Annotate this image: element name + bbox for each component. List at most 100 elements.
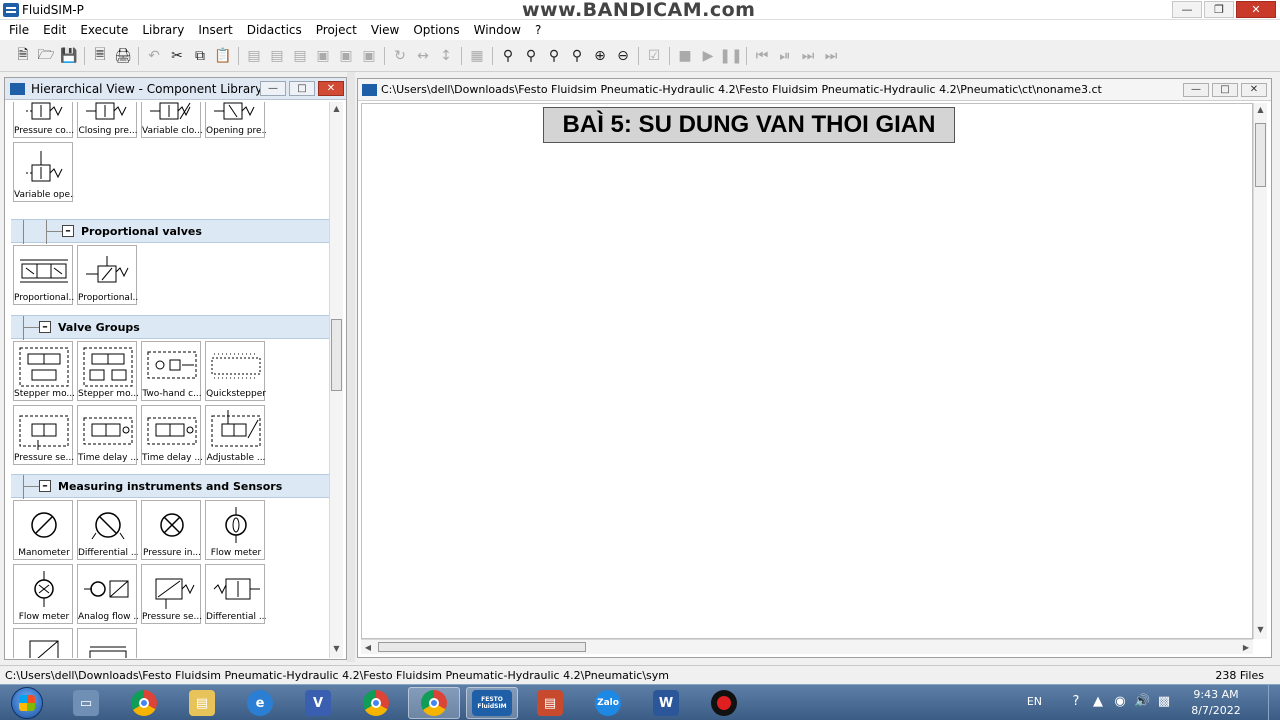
align-right-icon[interactable]: ▤ — [289, 45, 311, 67]
step-forward-icon[interactable]: ⏭ — [797, 45, 819, 67]
align-top-icon[interactable]: ▣ — [312, 45, 334, 67]
scroll-left-arrow-icon[interactable]: ◀ — [361, 640, 375, 655]
taskbar-chrome[interactable] — [118, 687, 170, 719]
flip-vertical-icon[interactable]: ↕ — [435, 45, 457, 67]
circuit-maximize-button[interactable]: □ — [1212, 83, 1238, 97]
taskbar-word[interactable]: W — [640, 687, 692, 719]
taskbar-file-explorer[interactable]: ▤ — [176, 687, 228, 719]
taskbar-app[interactable]: ▤ — [524, 687, 576, 719]
library-component[interactable]: Pressure co... — [13, 102, 74, 138]
circuit-close-button[interactable]: ✕ — [1241, 83, 1267, 97]
play-icon[interactable]: ▶ — [697, 45, 719, 67]
library-component[interactable]: Quickstepper — [205, 341, 266, 401]
taskbar-bandicam[interactable] — [698, 687, 750, 719]
single-step-icon[interactable]: ⏯ — [774, 45, 796, 67]
library-component[interactable]: Differential ... — [77, 500, 138, 560]
stop-icon[interactable]: ■ — [674, 45, 696, 67]
show-hidden-icons-icon[interactable]: ▲ — [1090, 694, 1106, 710]
menu-library[interactable]: Library — [135, 20, 191, 40]
network-icon[interactable]: ▩ — [1156, 694, 1172, 710]
paste-icon[interactable]: 📋 — [212, 45, 234, 67]
circuit-canvas[interactable]: BAÌ 5: SU DUNG VAN THOI GIAN — [361, 103, 1253, 639]
scroll-right-arrow-icon[interactable]: ▶ — [1239, 640, 1253, 655]
category-proportional-valves[interactable]: – Proportional valves — [11, 219, 329, 244]
start-button[interactable] — [6, 687, 48, 719]
library-component[interactable]: Adjustable ... — [205, 405, 265, 465]
menu-insert[interactable]: Insert — [191, 20, 239, 40]
align-bottom-icon[interactable]: ▣ — [358, 45, 380, 67]
step-to-end-icon[interactable]: ⏭ — [820, 45, 842, 67]
library-component[interactable]: Stepper mo... — [13, 341, 74, 401]
library-component[interactable]: Closing pre... — [77, 102, 138, 138]
show-desktop-button[interactable] — [1268, 685, 1280, 720]
library-component[interactable]: Variable ope... — [13, 142, 74, 202]
taskbar-fluidsim[interactable]: FESTO FluidSIM — [466, 687, 518, 719]
flip-horizontal-icon[interactable]: ↔ — [412, 45, 434, 67]
collapse-icon[interactable]: – — [39, 480, 51, 492]
menu-project[interactable]: Project — [309, 20, 364, 40]
collapse-icon[interactable]: – — [62, 225, 74, 237]
library-close-button[interactable]: ✕ — [318, 81, 344, 96]
category-measuring-instruments[interactable]: – Measuring instruments and Sensors — [11, 474, 329, 499]
rotate-icon[interactable]: ↻ — [389, 45, 411, 67]
library-maximize-button[interactable]: □ — [289, 81, 315, 96]
taskbar-visio[interactable]: V — [292, 687, 344, 719]
cut-icon[interactable]: ✂ — [166, 45, 188, 67]
circuit-hscroll-thumb[interactable] — [378, 642, 586, 652]
close-button[interactable]: ✕ — [1236, 1, 1276, 18]
library-component[interactable]: Pressure se... — [141, 564, 202, 624]
pause-icon[interactable]: ❚❚ — [719, 45, 742, 67]
help-icon[interactable]: ? — [1068, 694, 1084, 710]
clock-time[interactable]: 9:43 AM — [1186, 688, 1246, 701]
menu-help[interactable]: ? — [528, 20, 548, 40]
library-component[interactable] — [13, 628, 73, 658]
scroll-down-arrow-icon[interactable]: ▼ — [330, 642, 343, 656]
scroll-up-arrow-icon[interactable]: ▲ — [330, 102, 343, 116]
menu-didactics[interactable]: Didactics — [240, 20, 309, 40]
print-icon[interactable]: 🖨 — [112, 45, 134, 67]
menu-edit[interactable]: Edit — [36, 20, 73, 40]
undo-icon[interactable]: ↶ — [143, 45, 165, 67]
library-component[interactable]: Opening pre... — [205, 102, 266, 138]
copy-icon[interactable]: ⧉ — [189, 45, 211, 67]
new-file-icon[interactable]: 🗎 — [12, 45, 34, 67]
library-component[interactable]: Manometer — [13, 500, 73, 560]
library-component[interactable]: Proportional... — [77, 245, 138, 305]
library-component[interactable]: Flow meter — [205, 500, 265, 560]
maximize-button[interactable]: ❐ — [1204, 1, 1234, 18]
zoom-in-icon[interactable]: ⊕ — [589, 45, 611, 67]
menu-window[interactable]: Window — [467, 20, 528, 40]
menu-file[interactable]: File — [2, 20, 36, 40]
print-preview-icon[interactable]: 🗏 — [89, 45, 111, 67]
volume-icon[interactable]: 🔊 — [1134, 694, 1150, 710]
category-valve-groups[interactable]: – Valve Groups — [11, 315, 329, 340]
library-component[interactable] — [77, 628, 137, 658]
library-scrollbar[interactable]: ▲ ▼ — [329, 102, 343, 658]
library-component[interactable]: Pressure in... — [141, 500, 201, 560]
library-component[interactable]: Proportional... — [13, 245, 74, 305]
circuit-horizontal-scrollbar[interactable]: ◀ ▶ — [361, 639, 1253, 654]
library-component[interactable]: Variable clo... — [141, 102, 202, 138]
library-scroll-thumb[interactable] — [331, 319, 342, 391]
library-component[interactable]: Time delay ... — [77, 405, 138, 465]
library-minimize-button[interactable]: — — [260, 81, 286, 96]
circuit-vertical-scrollbar[interactable]: ▲ ▼ — [1253, 103, 1267, 639]
library-component[interactable]: Pressure se... — [13, 405, 74, 465]
align-center-icon[interactable]: ▤ — [266, 45, 288, 67]
library-component[interactable]: Analog flow ... — [77, 564, 138, 624]
library-component[interactable]: Flow meter — [13, 564, 73, 624]
align-left-icon[interactable]: ▤ — [243, 45, 265, 67]
library-component[interactable]: Differential ... — [205, 564, 266, 624]
taskbar-chrome-profile[interactable] — [350, 687, 402, 719]
record-tray-icon[interactable]: ◉ — [1112, 694, 1128, 710]
taskbar-chrome-active[interactable] — [408, 687, 460, 719]
save-icon[interactable]: 💾 — [58, 45, 80, 67]
clock-date[interactable]: 8/7/2022 — [1186, 704, 1246, 717]
zoom-actual-icon[interactable]: ⚲ — [497, 45, 519, 67]
align-middle-icon[interactable]: ▣ — [335, 45, 357, 67]
panel-splitter[interactable] — [347, 72, 355, 662]
zoom-fit-icon[interactable]: ⚲ — [543, 45, 565, 67]
taskbar-computer[interactable]: ▭ — [60, 687, 112, 719]
library-component[interactable]: Stepper mo... — [77, 341, 138, 401]
menu-execute[interactable]: Execute — [73, 20, 135, 40]
